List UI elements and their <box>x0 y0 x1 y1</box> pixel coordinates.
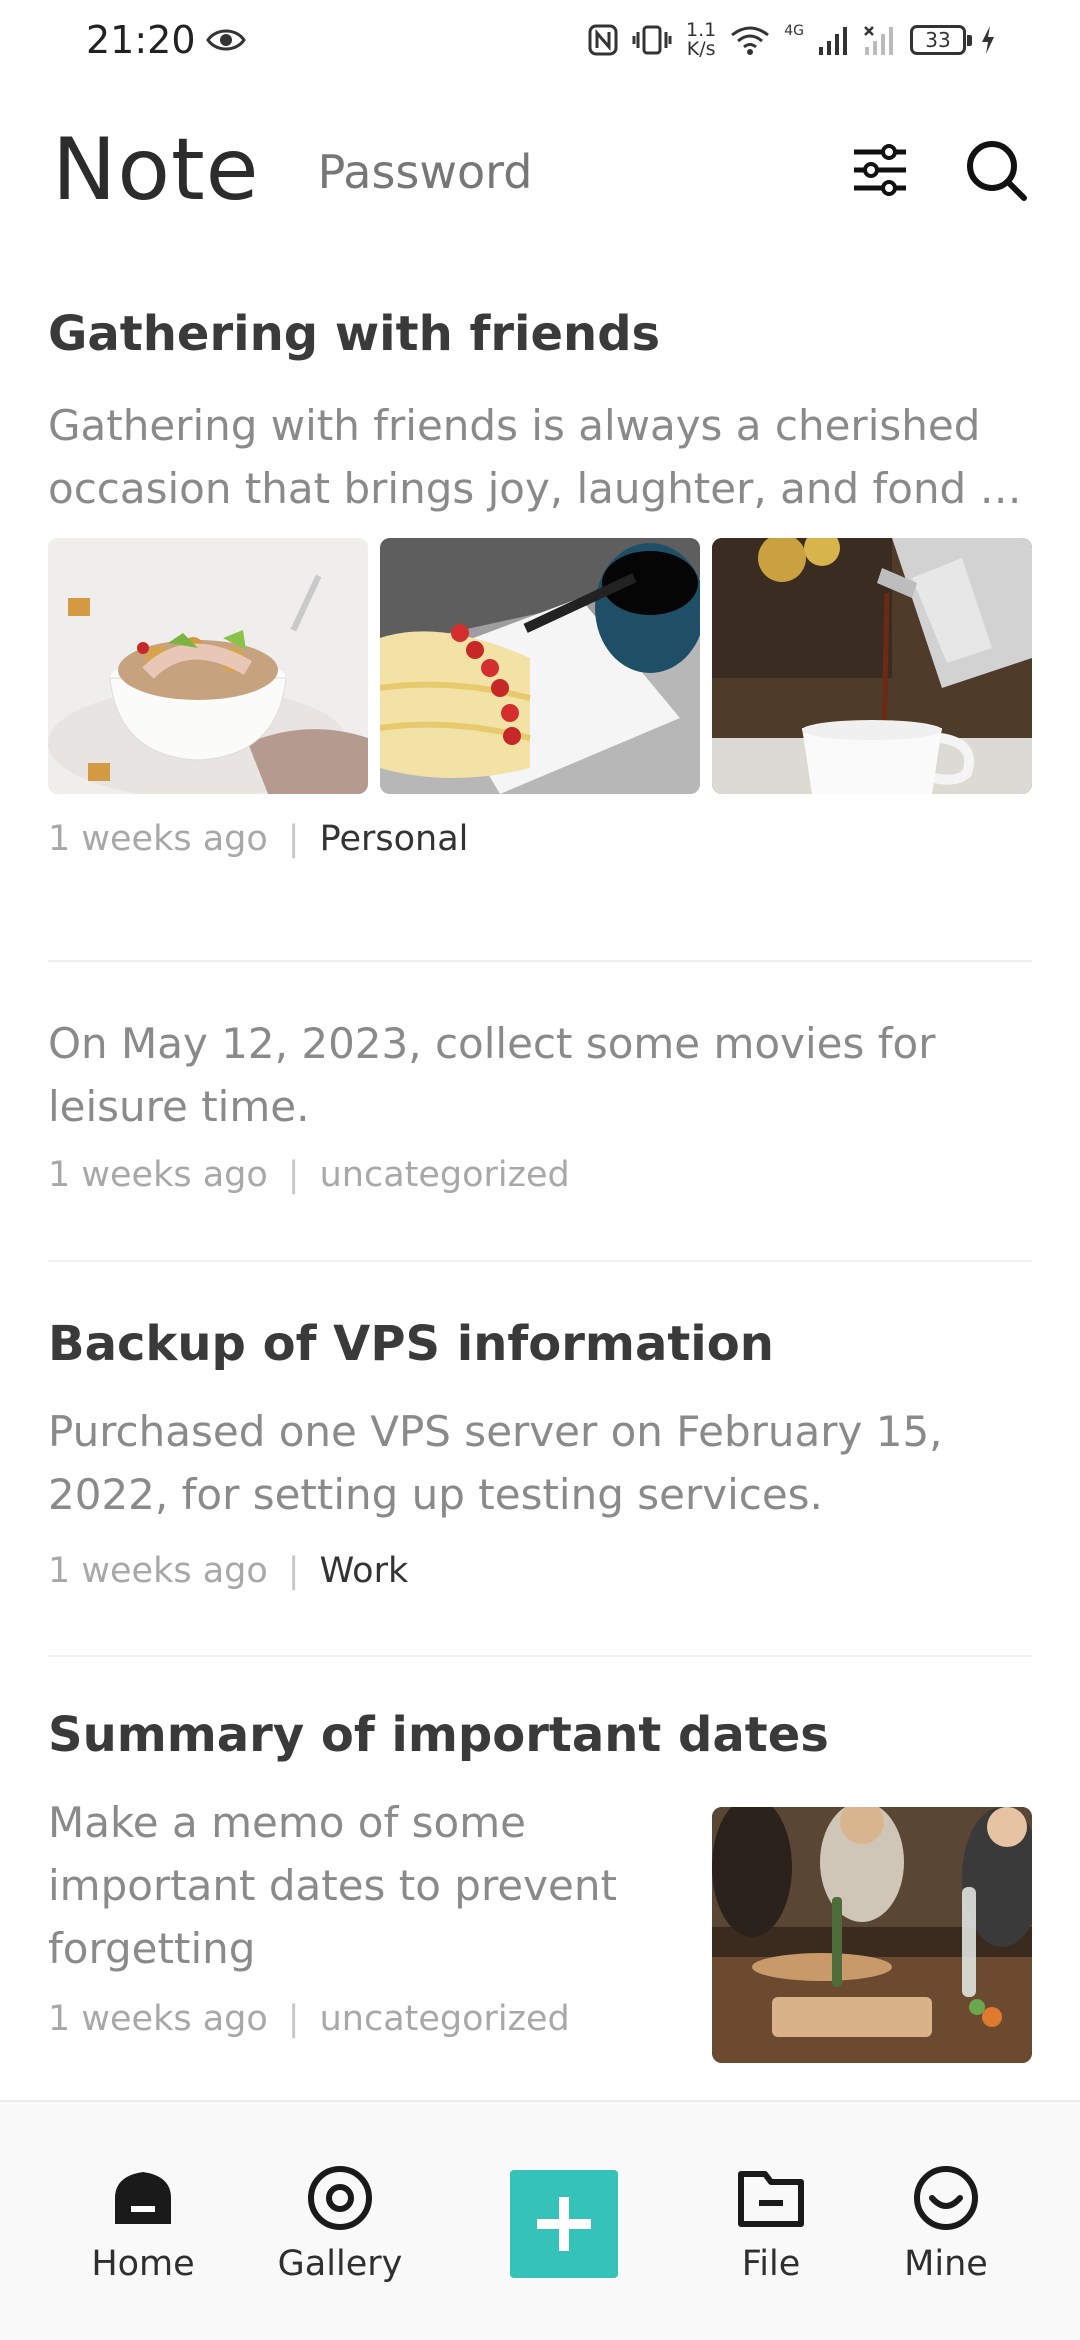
status-time: 21:20 <box>86 18 196 62</box>
vibrate-icon <box>632 25 672 55</box>
home-icon <box>115 2172 171 2224</box>
nav-gallery[interactable]: Gallery <box>260 2162 420 2284</box>
search-button[interactable] <box>964 138 1028 202</box>
header-actions <box>848 138 1028 202</box>
folder-icon <box>738 2171 804 2227</box>
status-left: 21:20 <box>86 18 246 62</box>
add-note-button[interactable] <box>510 2170 618 2278</box>
meta-separator: | <box>287 1551 300 1591</box>
friends-dinner-image <box>712 1807 1032 2063</box>
note-meta: 1 weeks ago | uncategorized <box>48 1150 1032 1200</box>
filter-sliders-icon <box>854 144 906 196</box>
meta-separator: | <box>287 819 300 859</box>
network-speed: 1.1 K/s <box>686 21 716 59</box>
signal-icon <box>819 27 847 55</box>
wifi-icon <box>731 26 770 55</box>
salad-bowl-image <box>48 538 368 794</box>
nav-home[interactable]: Home <box>63 2162 223 2284</box>
notes-screen: 21:20 1.1 K/s 4G 33 Note Password Gather… <box>0 0 1080 2340</box>
note-image-friends-dinner[interactable] <box>712 1807 1032 2063</box>
cake-image <box>380 538 700 794</box>
tab-password[interactable]: Password <box>318 145 533 199</box>
smile-icon <box>914 2166 978 2230</box>
gallery-icon <box>308 2166 372 2230</box>
note-category: uncategorized <box>319 1999 570 2039</box>
app-header: Note Password <box>0 110 1080 230</box>
coffee-image <box>712 538 1032 794</box>
nav-file[interactable]: File <box>691 2162 851 2284</box>
note-category: Personal <box>319 819 469 859</box>
battery-indicator: 33 <box>910 25 972 55</box>
note-body: Purchased one VPS server on February 15,… <box>48 1407 943 1519</box>
note-meta: 1 weeks ago | Work <box>48 1546 1032 1596</box>
nav-gallery-label: Gallery <box>277 2244 403 2284</box>
status-bar: 21:20 1.1 K/s 4G 33 <box>0 0 1080 80</box>
note-title: Gathering with friends <box>48 306 661 362</box>
note-card[interactable]: Gathering with friends Gathering with fr… <box>48 302 1032 962</box>
note-meta: 1 weeks ago | Personal <box>48 814 1032 864</box>
note-category: Work <box>319 1551 409 1591</box>
note-body: On May 12, 2023, collect some movies for… <box>48 1019 936 1131</box>
note-time: 1 weeks ago <box>48 819 268 859</box>
note-title: Backup of VPS information <box>48 1316 774 1372</box>
note-category: uncategorized <box>319 1155 570 1195</box>
eye-icon <box>205 29 246 51</box>
bottom-nav: Home Gallery File Mine <box>0 2100 1080 2340</box>
note-card[interactable]: On May 12, 2023, collect some movies for… <box>48 962 1032 1262</box>
note-title: Summary of important dates <box>48 1707 829 1763</box>
note-image-coffee[interactable] <box>712 538 1032 794</box>
network-speed-unit: K/s <box>686 38 716 60</box>
signal-no-sim-icon <box>864 26 893 55</box>
note-time: 1 weeks ago <box>48 1999 268 2039</box>
note-card[interactable]: Backup of VPS information Purchased one … <box>48 1262 1032 1657</box>
note-image-cake[interactable] <box>380 538 700 794</box>
nav-file-label: File <box>741 2244 801 2284</box>
note-body: Gathering with friends is always a cheri… <box>48 401 1022 513</box>
network-type-label: 4G <box>784 23 804 39</box>
charging-icon <box>982 26 994 54</box>
note-body: Make a memo of some important dates to p… <box>48 1798 617 1973</box>
nfc-icon <box>588 24 618 56</box>
tab-note[interactable]: Note <box>52 120 260 220</box>
note-time: 1 weeks ago <box>48 1551 268 1591</box>
note-card[interactable]: Summary of important dates Make a memo o… <box>48 1657 1032 2063</box>
note-time: 1 weeks ago <box>48 1155 268 1195</box>
notes-list: Gathering with friends Gathering with fr… <box>48 290 1032 2063</box>
status-right: 1.1 K/s 4G 33 <box>588 21 996 59</box>
nav-mine[interactable]: Mine <box>866 2162 1026 2284</box>
note-images <box>48 538 1032 794</box>
note-image-salad[interactable] <box>48 538 368 794</box>
nav-mine-label: Mine <box>904 2244 988 2284</box>
meta-separator: | <box>287 1155 300 1195</box>
plus-icon <box>537 2197 591 2251</box>
filter-button[interactable] <box>848 138 912 202</box>
meta-separator: | <box>287 1999 300 2039</box>
nav-home-label: Home <box>91 2244 195 2284</box>
search-icon <box>967 141 1027 201</box>
